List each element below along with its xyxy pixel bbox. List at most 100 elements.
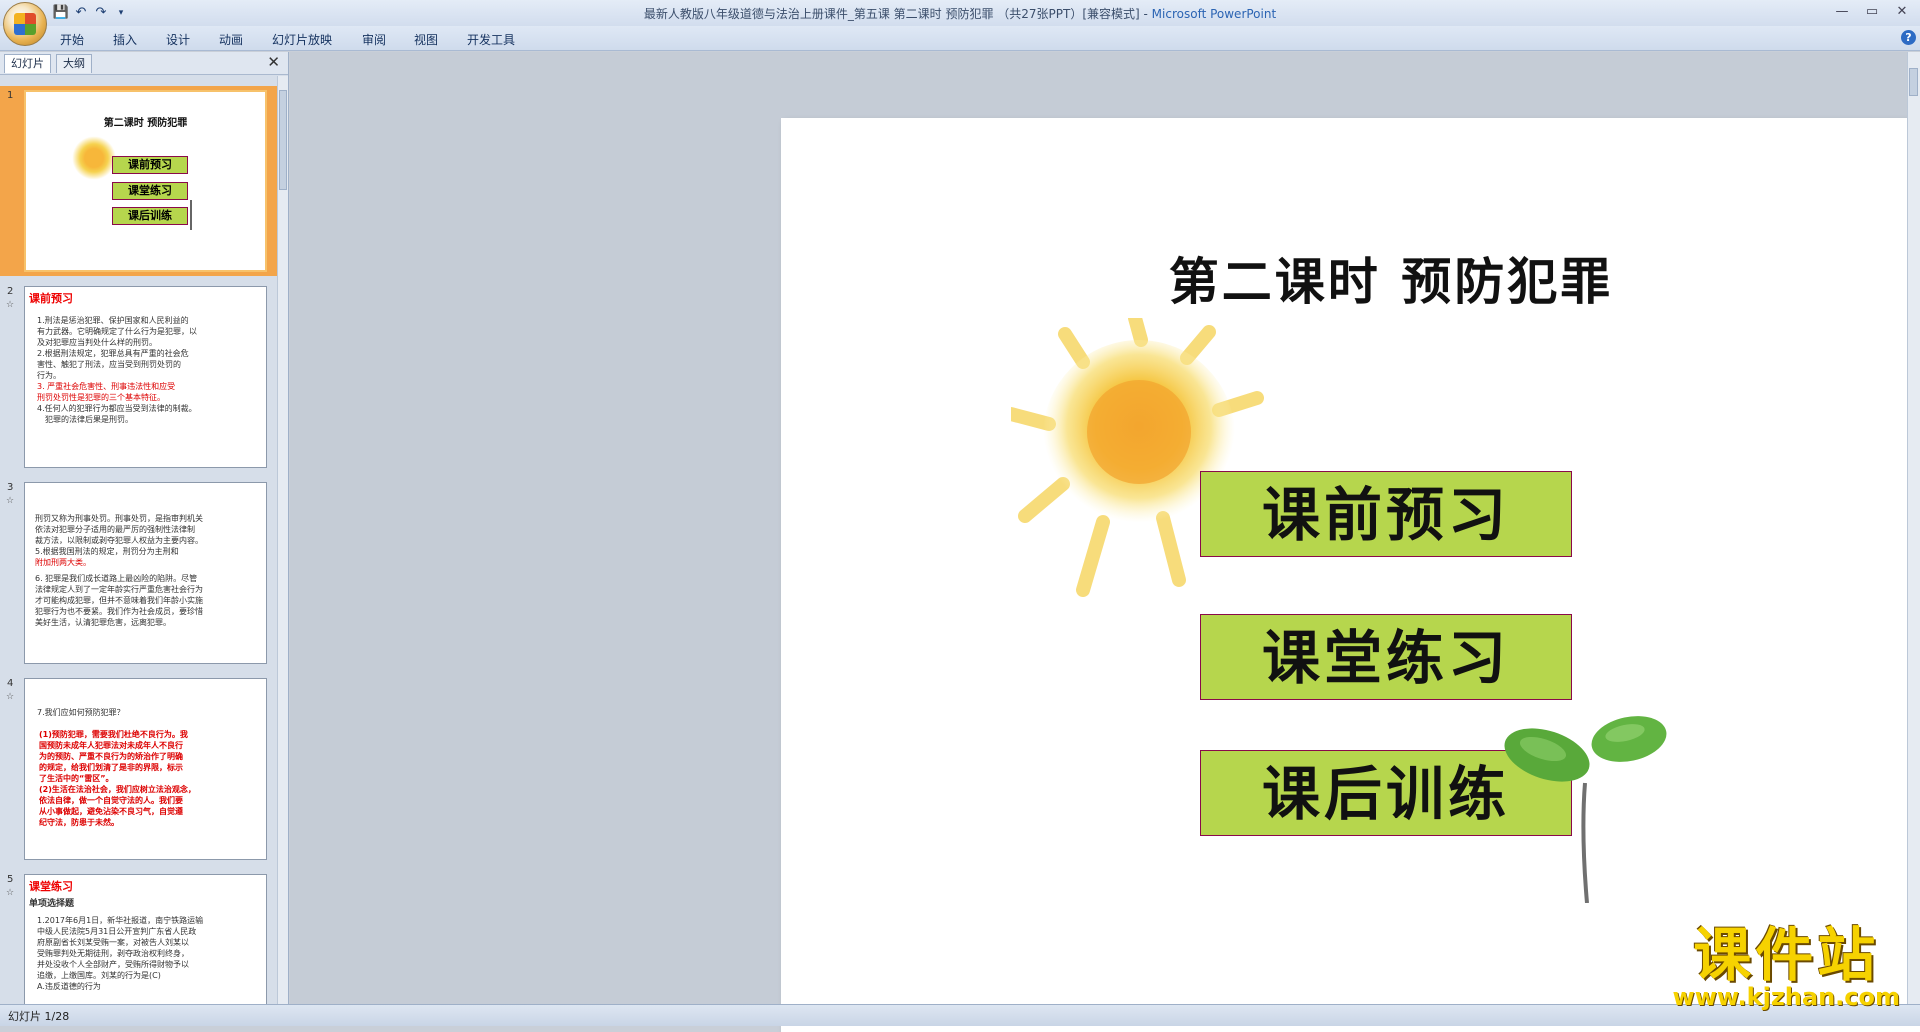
title-bar: 最新人教版八年级道德与法治上册课件_第五课 第二课时 预防犯罪 （共27张PPT…: [0, 0, 1920, 27]
thumbnail-title: 第二课时 预防犯罪: [103, 118, 188, 129]
slide-title[interactable]: 第二课时 预防犯罪: [781, 242, 1920, 314]
sun-icon: [72, 136, 116, 180]
redo-icon[interactable]: ↷: [92, 4, 110, 22]
tab-slideshow[interactable]: 幻灯片放映: [272, 31, 332, 48]
tab-outline[interactable]: 大纲: [56, 54, 92, 73]
thumbnail-line: 有力武器。它明确规定了什么行为是犯罪，以: [37, 327, 197, 336]
thumbnail-line: 受贿罪判处无期徒刑，剥夺政治权利终身，: [37, 949, 189, 958]
preview-button[interactable]: 课前预习: [1200, 471, 1572, 557]
panel-tabs: 幻灯片 大纲 ✕: [0, 52, 288, 75]
thumbnail-line: 刑罚又称为刑事处罚。刑事处罚，是指审判机关: [35, 514, 203, 523]
scrollbar-thumb[interactable]: [1909, 68, 1918, 96]
thumbnail-line: 4.任何人的犯罪行为都应当受到法律的制裁。: [37, 404, 197, 413]
slides-panel: 幻灯片 大纲 ✕ 1 第二课时 预防犯罪 课前预习 课堂练习 课后训练 2 ☆ …: [0, 52, 289, 1004]
tab-review[interactable]: 审阅: [362, 31, 386, 48]
thumbnail-line: 5.根据我国刑法的规定，刑罚分为主刑和: [35, 547, 179, 556]
watermark-text: 课件站: [1693, 921, 1880, 989]
thumbnail-line: 1.2017年6月1日，新华社报道，南宁铁路运输: [37, 916, 204, 925]
document-title: 最新人教版八年级道德与法治上册课件_第五课 第二课时 预防犯罪 （共27张PPT…: [643, 7, 1152, 21]
office-logo-icon: [14, 13, 36, 35]
maximize-icon[interactable]: ▭: [1860, 3, 1884, 21]
thumbnail-line: 美好生活，认清犯罪危害，远离犯罪。: [35, 618, 171, 627]
thumbnail-line: 并处没收个人全部财产，受贿所得财物予以: [37, 960, 189, 969]
slide-indicator: 幻灯片 1/28: [8, 1010, 70, 1023]
tab-slides[interactable]: 幻灯片: [4, 54, 51, 73]
tab-home[interactable]: 开始: [60, 31, 84, 48]
thumbnail-line: 刑罚处罚性是犯罪的三个基本特征。: [37, 393, 165, 402]
thumbnail-line: 害性、触犯了刑法，应当受到刑罚处罚的: [37, 360, 181, 369]
thumbnail-heading: 课前预习: [29, 292, 73, 305]
thumbnail-line: 国预防未成年人犯罪法对未成年人不良行: [39, 741, 183, 750]
slide-canvas[interactable]: 第二课时 预防犯罪 课前预习 课堂练习 课后训练: [781, 118, 1920, 1032]
animation-star-icon: ☆: [6, 888, 15, 898]
thumbnail-heading: 课堂练习: [29, 880, 73, 893]
sprout-icon: [190, 200, 192, 230]
watermark: 课件站 www.kjzhan.com: [1673, 926, 1900, 1010]
thumbnail-line: 6. 犯罪是我们成长道路上最凶险的陷阱。尽管: [35, 574, 198, 583]
thumbnail-canvas: 刑罚又称为刑事处罚。刑事处罚，是指审判机关 依法对犯罪分子适用的最严厉的强制性法…: [24, 482, 267, 664]
thumbnail-line: 的规定，给我们划清了是非的界限，标示: [39, 763, 183, 772]
thumbnail-line: 为的预防、严重不良行为的矫治作了明确: [39, 752, 183, 761]
thumbnail-scrollbar[interactable]: [277, 76, 288, 1004]
animation-star-icon: ☆: [6, 692, 15, 702]
thumbnail-number: 2: [7, 286, 14, 297]
minimize-icon[interactable]: —: [1830, 3, 1854, 21]
thumbnail-line: (1)预防犯罪，需要我们杜绝不良行为。我: [39, 730, 188, 739]
thumbnail-line: (2)生活在法治社会，我们应树立法治观念，: [39, 785, 196, 794]
thumbnail-question: 7.我们应如何预防犯罪？: [37, 708, 125, 717]
status-bar: 幻灯片 1/28: [0, 1004, 1920, 1026]
thumbnail-slide-1[interactable]: 1 第二课时 预防犯罪 课前预习 课堂练习 课后训练: [0, 86, 278, 276]
tab-design[interactable]: 设计: [166, 31, 190, 48]
watermark-url: www.kjzhan.com: [1672, 983, 1900, 1011]
class-practice-button[interactable]: 课堂练习: [1200, 614, 1572, 700]
thumbnail-button: 课堂练习: [112, 182, 188, 200]
thumbnail-line: 犯罪行为也不要紧。我们作为社会成员，要珍惜: [35, 607, 203, 616]
thumbnail-line: 从小事做起，避免沾染不良习气，自觉遵: [39, 807, 183, 816]
thumbnail-canvas: 7.我们应如何预防犯罪？ (1)预防犯罪，需要我们杜绝不良行为。我 国预防未成年…: [24, 678, 267, 860]
thumbnail-line: 依法对犯罪分子适用的最严厉的强制性法律制: [35, 525, 195, 534]
slide-scrollbar[interactable]: [1907, 52, 1920, 1004]
thumbnail-number: 3: [7, 482, 14, 493]
thumbnail-number: 4: [7, 678, 14, 689]
thumbnail-line: 法律规定人到了一定年龄实行严重危害社会行为: [35, 585, 203, 594]
undo-icon[interactable]: ↶: [72, 4, 90, 22]
thumbnail-slide-3[interactable]: 3 ☆ 刑罚又称为刑事处罚。刑事处罚，是指审判机关 依法对犯罪分子适用的最严厉的…: [0, 478, 278, 668]
app-name: Microsoft PowerPoint: [1151, 7, 1277, 21]
sprout-icon: [1504, 716, 1667, 903]
office-button[interactable]: [3, 2, 47, 46]
thumbnail-line: 3. 严重社会危害性、刑事违法性和应受: [37, 382, 176, 391]
help-icon[interactable]: ?: [1901, 30, 1916, 45]
thumbnail-line: 1.刑法是惩治犯罪、保护国家和人民利益的: [37, 316, 189, 325]
thumbnail-button: 课后训练: [112, 207, 188, 225]
thumbnail-line: 纪守法，防患于未然。: [39, 818, 119, 827]
thumbnail-slide-5[interactable]: 5 ☆ 课堂练习 单项选择题 1.2017年6月1日，新华社报道，南宁铁路运输 …: [0, 870, 278, 1004]
thumbnail-line: 府原副省长刘某受贿一案，对被告人刘某以: [37, 938, 189, 947]
thumbnail-line: A.违反道德的行为: [37, 982, 101, 991]
ribbon-tabs: 开始 插入 设计 动画 幻灯片放映 审阅 视图 开发工具 ?: [0, 26, 1920, 51]
sun-icon: [1011, 318, 1264, 597]
panel-close-icon[interactable]: ✕: [267, 53, 280, 71]
thumbnail-line: 犯罪的法律后果是刑罚。: [45, 415, 133, 424]
thumbnail-line: 附加刑两大类。: [35, 558, 91, 567]
thumbnail-slide-2[interactable]: 2 ☆ 课前预习 1.刑法是惩治犯罪、保护国家和人民利益的 有力武器。它明确规定…: [0, 282, 278, 472]
animation-star-icon: ☆: [6, 300, 15, 310]
save-icon[interactable]: 💾: [52, 4, 70, 22]
thumbnail-canvas: 课堂练习 单项选择题 1.2017年6月1日，新华社报道，南宁铁路运输 中级人民…: [24, 874, 267, 1004]
thumbnail-line: 行为。: [37, 371, 61, 380]
scrollbar-thumb[interactable]: [279, 90, 287, 190]
thumbnail-line: 才可能构成犯罪，但并不意味着我们年龄小实施: [35, 596, 203, 605]
close-icon[interactable]: ✕: [1890, 3, 1914, 21]
thumbnail-subheading: 单项选择题: [29, 899, 75, 909]
thumbnail-line: 裁方法，以限制或剥夺犯罪人权益为主要内容。: [35, 536, 203, 545]
tab-animation[interactable]: 动画: [219, 31, 243, 48]
tab-developer[interactable]: 开发工具: [467, 31, 515, 48]
thumbnail-button: 课前预习: [112, 156, 188, 174]
customize-quick-access-icon[interactable]: ▾: [112, 4, 130, 22]
thumbnail-slide-4[interactable]: 4 ☆ 7.我们应如何预防犯罪？ (1)预防犯罪，需要我们杜绝不良行为。我 国预…: [0, 674, 278, 864]
tab-view[interactable]: 视图: [414, 31, 438, 48]
window-title: 最新人教版八年级道德与法治上册课件_第五课 第二课时 预防犯罪 （共27张PPT…: [0, 5, 1920, 22]
thumbnail-canvas: 课前预习 1.刑法是惩治犯罪、保护国家和人民利益的 有力武器。它明确规定了什么行…: [24, 286, 267, 468]
tab-insert[interactable]: 插入: [113, 31, 137, 48]
thumbnail-canvas: 第二课时 预防犯罪 课前预习 课堂练习 课后训练: [24, 90, 267, 272]
thumbnail-number: 5: [7, 874, 14, 885]
